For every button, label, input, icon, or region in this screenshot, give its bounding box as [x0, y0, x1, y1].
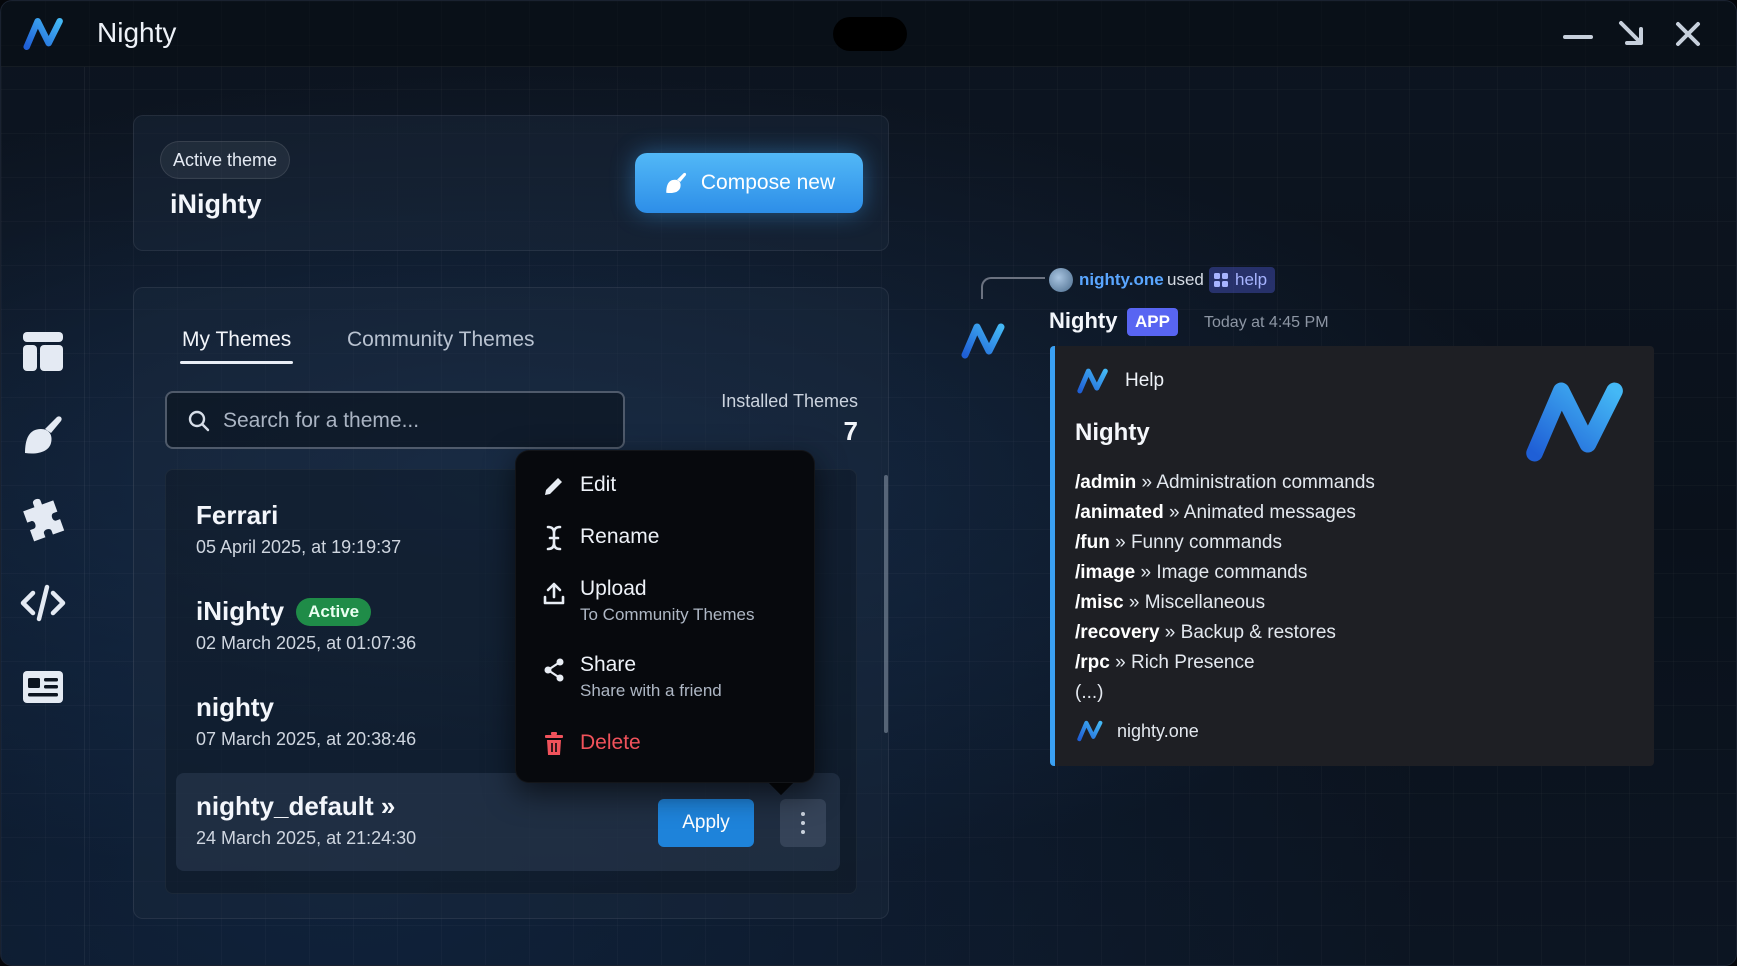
bot-name: Nighty [1049, 308, 1118, 333]
menu-item-edit[interactable]: Edit [542, 473, 616, 499]
menu-sublabel: Share with a friend [580, 681, 722, 700]
window-title: Nighty [97, 17, 177, 48]
nighty-logo-icon [961, 321, 1009, 361]
context-menu: Edit Rename Upload To Community Themes S… [515, 450, 815, 783]
message-timestamp: Today at 4:45 PM [1204, 314, 1329, 331]
command-row: /misc » Miscellaneous [1075, 592, 1266, 613]
command-row: /recovery » Backup & restores [1075, 622, 1336, 643]
command-row: /image » Image commands [1075, 562, 1308, 583]
command-list: /admin » Administration commands /animat… [1075, 468, 1375, 704]
search-placeholder: Search for a theme... [223, 409, 420, 432]
pencil-icon [545, 478, 562, 495]
menu-item-rename[interactable]: Rename [542, 525, 659, 551]
apps-icon [1214, 273, 1228, 287]
command-row: /admin » Administration commands [1075, 472, 1375, 493]
title-bar: Nighty [1, 1, 1736, 67]
minimize-icon[interactable] [1561, 17, 1595, 51]
slash-command-name: help [1235, 270, 1268, 289]
paint-icon[interactable] [19, 411, 67, 459]
sidebar [1, 67, 85, 965]
apply-button[interactable]: Apply [658, 799, 754, 847]
theme-name: nighty_default » [196, 791, 396, 821]
theme-date: 05 April 2025, at 19:19:37 [196, 537, 402, 557]
camera-notch [833, 17, 907, 51]
theme-date: 07 March 2025, at 20:38:46 [196, 729, 417, 749]
theme-date: 02 March 2025, at 01:07:36 [196, 633, 417, 653]
command-row: /animated » Animated messages [1075, 502, 1356, 523]
help-embed: Help Nighty /admin » Administration comm… [1050, 346, 1654, 766]
embed-author: Help [1125, 370, 1165, 391]
search-icon [188, 410, 210, 432]
compose-new-label: Compose new [700, 171, 836, 194]
installed-themes-count: 7 [843, 416, 858, 446]
command-more: (...) [1075, 682, 1104, 703]
menu-label: Rename [580, 525, 660, 548]
active-theme-name: iNighty [170, 189, 262, 219]
scrollbar[interactable] [884, 475, 888, 733]
menu-sublabel: To Community Themes [580, 605, 755, 624]
active-badge: Active [296, 597, 372, 626]
embed-footer: nighty.one [1117, 721, 1199, 741]
theme-name: Ferrari [196, 500, 279, 530]
text-cursor-icon [546, 525, 562, 551]
installed-themes-label: Installed Themes [721, 391, 858, 411]
theme-item-ferrari[interactable]: Ferrari 05 April 2025, at 19:19:37 [196, 500, 401, 558]
embed-title: Nighty [1075, 419, 1150, 446]
theme-item-nighty-default[interactable]: nighty_default » 24 March 2025, at 21:24… [176, 773, 840, 871]
slash-command-chip: help [1209, 267, 1276, 293]
menu-item-delete[interactable]: Delete [542, 731, 641, 757]
more-options-button[interactable] [780, 799, 826, 847]
theme-item-nighty[interactable]: nighty 07 March 2025, at 20:38:46 [196, 692, 416, 750]
nighty-logo-icon [1077, 368, 1111, 394]
active-theme-label: Active theme [160, 141, 291, 179]
upload-icon [543, 582, 565, 605]
share-icon [544, 658, 564, 682]
app-window: Nighty Active theme iNighty Compose new … [0, 0, 1737, 966]
theme-name: nighty [196, 692, 274, 722]
menu-label: Upload [580, 577, 647, 600]
menu-label: Edit [580, 473, 617, 496]
reply-used-text: used [1167, 270, 1204, 289]
puzzle-icon[interactable] [19, 495, 67, 543]
menu-label: Share [580, 653, 637, 676]
compose-new-button[interactable]: Compose new [635, 153, 863, 213]
collapse-icon[interactable] [1615, 17, 1649, 51]
menu-item-upload[interactable]: Upload To Community Themes [542, 577, 754, 625]
nighty-logo-icon [1526, 382, 1623, 462]
active-theme-card: Active theme iNighty Compose new [133, 115, 889, 251]
reply-connector [981, 277, 1045, 299]
search-input[interactable]: Search for a theme... [165, 391, 625, 449]
paint-icon [666, 172, 686, 194]
app-badge: APP [1127, 308, 1178, 336]
menu-item-share[interactable]: Share Share with a friend [542, 653, 722, 701]
menu-label: Delete [580, 731, 641, 754]
reply-username: nighty.one [1079, 270, 1164, 289]
theme-date: 24 March 2025, at 21:24:30 [196, 828, 417, 848]
nighty-logo-icon [1077, 720, 1105, 742]
theme-name: iNighty [196, 596, 285, 626]
nighty-logo-icon [23, 17, 67, 51]
close-icon[interactable] [1671, 17, 1705, 51]
tab-community-themes[interactable]: Community Themes [347, 328, 535, 352]
code-icon[interactable] [19, 579, 67, 627]
command-row: /rpc » Rich Presence [1075, 652, 1255, 673]
theme-item-inighty[interactable]: iNighty Active 02 March 2025, at 01:07:3… [196, 596, 416, 654]
layout-icon[interactable] [19, 327, 67, 375]
command-row: /fun » Funny commands [1075, 532, 1282, 553]
tab-my-themes[interactable]: My Themes [179, 328, 294, 364]
avatar [1049, 268, 1073, 292]
trash-icon [545, 732, 563, 755]
id-card-icon[interactable] [19, 663, 67, 711]
